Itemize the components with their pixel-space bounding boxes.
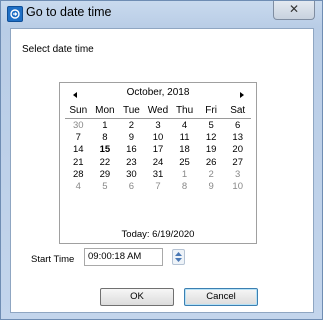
calendar-day[interactable]: 28 (65, 169, 92, 181)
day-of-week-label: Mon (95, 105, 115, 116)
calendar-day[interactable]: 1 (92, 120, 119, 132)
calendar-day[interactable]: 25 (171, 157, 198, 169)
day-of-week-label: Wed (147, 105, 169, 116)
spinner-arrows-icon (175, 252, 182, 262)
month-calendar[interactable]: October, 2018 Sun Mon Tue Wed Thu Fri Sa… (59, 82, 257, 244)
calendar-day[interactable]: 9 (118, 132, 145, 144)
calendar-day[interactable]: 4 (171, 120, 198, 132)
calendar-day[interactable]: 22 (92, 157, 119, 169)
calendar-day[interactable]: 5 (198, 120, 225, 132)
calendar-day[interactable]: 16 (118, 144, 145, 156)
calendar-day[interactable]: 3 (145, 120, 172, 132)
close-icon: ✕ (288, 2, 300, 16)
month-year-label[interactable]: October, 2018 (60, 87, 256, 98)
start-time-label: Start Time (31, 254, 75, 265)
calendar-day-grid: 30 1 2 3 4 5 6 7 8 9 10 11 12 13 14 15 1… (65, 120, 251, 193)
calendar-day[interactable]: 24 (145, 157, 172, 169)
day-of-week-label: Thu (175, 105, 194, 116)
calendar-day[interactable]: 2 (198, 169, 225, 181)
day-of-week-label: Sun (69, 105, 88, 116)
calendar-day[interactable]: 5 (92, 181, 119, 193)
ok-button[interactable]: OK (100, 288, 174, 306)
calendar-day[interactable]: 7 (145, 181, 172, 193)
calendar-day[interactable]: 10 (224, 181, 251, 193)
calendar-day[interactable]: 3 (224, 169, 251, 181)
calendar-day[interactable]: 9 (198, 181, 225, 193)
calendar-day[interactable]: 7 (65, 132, 92, 144)
calendar-day[interactable]: 27 (224, 157, 251, 169)
calendar-day[interactable]: 6 (224, 120, 251, 132)
day-of-week-label: Fri (205, 105, 217, 116)
calendar-day[interactable]: 23 (118, 157, 145, 169)
close-button[interactable]: ✕ (273, 1, 315, 20)
start-time-value: 09:00:18 AM (88, 251, 142, 262)
day-of-week-header: Sun Mon Tue Wed Thu Fri Sat (65, 105, 251, 119)
calendar-day[interactable]: 31 (145, 169, 172, 181)
calendar-day[interactable]: 2 (118, 120, 145, 132)
calendar-day[interactable]: 12 (198, 132, 225, 144)
dialog-subtitle: Select date time (22, 44, 94, 55)
time-spinner[interactable] (172, 249, 185, 265)
cancel-button[interactable]: Cancel (184, 288, 258, 306)
app-icon (7, 6, 23, 22)
calendar-day[interactable]: 1 (171, 169, 198, 181)
calendar-day[interactable]: 10 (145, 132, 172, 144)
calendar-day[interactable]: 20 (224, 144, 251, 156)
calendar-day[interactable]: 21 (65, 157, 92, 169)
calendar-day[interactable]: 30 (118, 169, 145, 181)
day-of-week-label: Sat (230, 105, 246, 116)
calendar-day[interactable]: 11 (171, 132, 198, 144)
go-to-date-time-dialog: Go to date time ✕ Select date time Octob… (0, 0, 323, 320)
calendar-day[interactable]: 29 (92, 169, 119, 181)
calendar-day[interactable]: 19 (198, 144, 225, 156)
calendar-day[interactable]: 14 (65, 144, 92, 156)
calendar-day[interactable]: 18 (171, 144, 198, 156)
calendar-day-selected[interactable]: 15 (92, 144, 119, 156)
next-month-icon[interactable] (240, 92, 244, 98)
calendar-day[interactable]: 30 (65, 120, 92, 132)
dialog-content: Select date time October, 2018 Sun Mon T… (10, 28, 314, 313)
today-link[interactable]: Today: 6/19/2020 (60, 229, 256, 240)
calendar-day[interactable]: 6 (118, 181, 145, 193)
calendar-day[interactable]: 17 (145, 144, 172, 156)
window-title: Go to date time (26, 5, 112, 19)
calendar-day[interactable]: 8 (171, 181, 198, 193)
start-time-input[interactable]: 09:00:18 AM (84, 248, 163, 266)
calendar-day[interactable]: 8 (92, 132, 119, 144)
calendar-day[interactable]: 26 (198, 157, 225, 169)
calendar-day[interactable]: 13 (224, 132, 251, 144)
calendar-day[interactable]: 4 (65, 181, 92, 193)
title-bar: Go to date time ✕ (1, 1, 322, 27)
day-of-week-label: Tue (122, 105, 140, 116)
